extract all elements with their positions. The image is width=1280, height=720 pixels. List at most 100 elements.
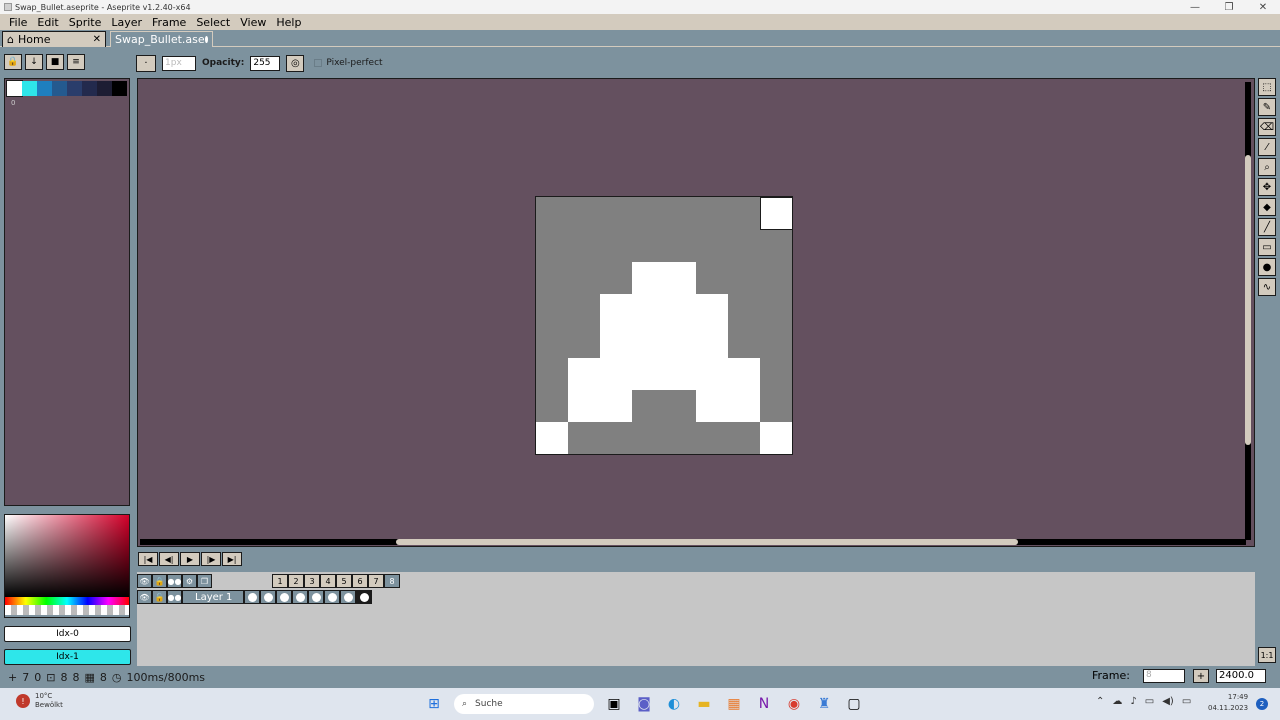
- zoom-icon[interactable]: ⌕: [1258, 158, 1276, 176]
- store-icon[interactable]: ▦: [724, 694, 744, 714]
- palette-swatch[interactable]: [82, 81, 97, 96]
- layer-lock-icon[interactable]: 🔓: [152, 590, 167, 604]
- paint-bucket-icon[interactable]: ◆: [1258, 198, 1276, 216]
- sort-icon[interactable]: ↓: [25, 54, 43, 70]
- onenote-icon[interactable]: N: [754, 694, 774, 714]
- microphone-icon[interactable]: ♪: [1130, 696, 1136, 707]
- palette-swatch[interactable]: [97, 81, 112, 96]
- pencil-icon[interactable]: ✎: [1258, 98, 1276, 116]
- next-frame-icon[interactable]: |▶: [201, 552, 221, 566]
- onion-skin-icon[interactable]: ⚙: [182, 574, 197, 588]
- pixel-perfect-checkbox[interactable]: [314, 59, 323, 67]
- frame-input[interactable]: 8: [1143, 669, 1185, 683]
- options-icon[interactable]: ≡: [67, 54, 85, 70]
- frame-header[interactable]: 1: [272, 574, 288, 588]
- aseprite-taskbar-icon[interactable]: ▢: [844, 694, 864, 714]
- chevron-up-icon[interactable]: ⌃: [1096, 696, 1104, 707]
- menu-file[interactable]: File: [4, 16, 32, 29]
- chat-icon[interactable]: ◙: [634, 694, 654, 714]
- background-color-button[interactable]: Idx-1: [4, 649, 131, 665]
- play-icon[interactable]: ▶: [180, 552, 200, 566]
- menu-view[interactable]: View: [235, 16, 271, 29]
- layer-visibility-icon[interactable]: 👁: [137, 590, 152, 604]
- tab-file[interactable]: Swap_Bullet.ase: [110, 31, 213, 47]
- onedrive-icon[interactable]: ☁: [1112, 696, 1122, 707]
- taskbar-clock[interactable]: 17:49 04.11.2023: [1208, 692, 1248, 714]
- frame-header[interactable]: 6: [352, 574, 368, 588]
- ink-type-icon[interactable]: ◎: [286, 54, 305, 72]
- frame-header[interactable]: 5: [336, 574, 352, 588]
- new-frame-button[interactable]: +: [1193, 669, 1209, 683]
- zoom-one-to-one-button[interactable]: 1:1: [1258, 647, 1276, 663]
- eraser-icon[interactable]: ⌫: [1258, 118, 1276, 136]
- cel[interactable]: [260, 590, 276, 604]
- frame-header[interactable]: 2: [288, 574, 304, 588]
- previous-frame-icon[interactable]: ◀|: [159, 552, 179, 566]
- cel[interactable]: [244, 590, 260, 604]
- lock-icon[interactable]: 🔒: [4, 54, 22, 70]
- app-icon-blue[interactable]: ♜: [814, 694, 834, 714]
- battery-icon[interactable]: ▭: [1182, 696, 1191, 707]
- tab-home[interactable]: ⌂ Home ✕: [2, 31, 106, 47]
- sprite-canvas[interactable]: [535, 196, 793, 455]
- move-icon[interactable]: ✥: [1258, 178, 1276, 196]
- preset-icon[interactable]: ■: [46, 54, 64, 70]
- volume-icon[interactable]: ◀): [1162, 696, 1174, 707]
- marquee-icon[interactable]: ⬚: [1258, 78, 1276, 96]
- close-tab-icon[interactable]: ✕: [93, 34, 101, 45]
- vertical-scrollbar-thumb[interactable]: [1245, 155, 1251, 445]
- brush-type-button[interactable]: ·: [136, 54, 156, 72]
- hue-slider[interactable]: [5, 597, 129, 605]
- frame-header[interactable]: 8: [384, 574, 400, 588]
- blur-icon[interactable]: ∿: [1258, 278, 1276, 296]
- file-explorer-icon[interactable]: ▬: [694, 694, 714, 714]
- weather-widget[interactable]: ! 10°C Bewölkt: [16, 692, 63, 710]
- cel[interactable]: [356, 590, 372, 604]
- menu-select[interactable]: Select: [191, 16, 235, 29]
- frame-header[interactable]: 3: [304, 574, 320, 588]
- frame-header[interactable]: 7: [368, 574, 384, 588]
- opacity-input[interactable]: 255: [250, 55, 281, 71]
- edge-icon[interactable]: ◐: [664, 694, 684, 714]
- menu-edit[interactable]: Edit: [32, 16, 63, 29]
- cel[interactable]: [308, 590, 324, 604]
- first-frame-icon[interactable]: |◀: [138, 552, 158, 566]
- foreground-color-button[interactable]: Idx-0: [4, 626, 131, 642]
- menu-frame[interactable]: Frame: [147, 16, 191, 29]
- palette-swatch[interactable]: [67, 81, 82, 96]
- cel[interactable]: [276, 590, 292, 604]
- cel[interactable]: [292, 590, 308, 604]
- frame-header[interactable]: 4: [320, 574, 336, 588]
- alpha-slider[interactable]: [5, 605, 129, 615]
- line-icon[interactable]: ╱: [1258, 218, 1276, 236]
- task-view-icon[interactable]: ▣: [604, 694, 624, 714]
- palette-swatch[interactable]: [112, 81, 127, 96]
- lock-header-icon[interactable]: 🔒: [152, 574, 167, 588]
- notification-badge[interactable]: 2: [1256, 698, 1268, 710]
- menu-help[interactable]: Help: [271, 16, 306, 29]
- layer-row[interactable]: 👁 🔓 ●● Layer 1: [137, 590, 372, 604]
- rectangle-icon[interactable]: ▭: [1258, 238, 1276, 256]
- palette-swatch[interactable]: [37, 81, 52, 96]
- layers-icon[interactable]: ❐: [197, 574, 212, 588]
- menu-layer[interactable]: Layer: [106, 16, 147, 29]
- horizontal-scrollbar-thumb[interactable]: [396, 539, 1018, 545]
- color-saturation-box[interactable]: [5, 515, 129, 597]
- eyedropper-icon[interactable]: ⁄: [1258, 138, 1276, 156]
- zoom-input[interactable]: 2400.0: [1216, 669, 1266, 683]
- chrome-icon[interactable]: ◉: [784, 694, 804, 714]
- maximize-button[interactable]: ❐: [1212, 2, 1246, 13]
- taskbar-search[interactable]: ⌕ Suche: [454, 694, 594, 714]
- brush-size-input[interactable]: 1px: [162, 55, 196, 71]
- minimize-button[interactable]: —: [1178, 2, 1212, 13]
- visibility-header-icon[interactable]: 👁: [137, 574, 152, 588]
- contour-icon[interactable]: ●: [1258, 258, 1276, 276]
- menu-sprite[interactable]: Sprite: [64, 16, 107, 29]
- network-icon[interactable]: ▭: [1145, 696, 1154, 707]
- layer-name[interactable]: Layer 1: [182, 590, 244, 604]
- layer-continuous-icon[interactable]: ●●: [167, 590, 182, 604]
- windows-start-icon[interactable]: ⊞: [424, 694, 444, 714]
- close-window-button[interactable]: ✕: [1246, 2, 1280, 13]
- cel[interactable]: [340, 590, 356, 604]
- last-frame-icon[interactable]: ▶|: [222, 552, 242, 566]
